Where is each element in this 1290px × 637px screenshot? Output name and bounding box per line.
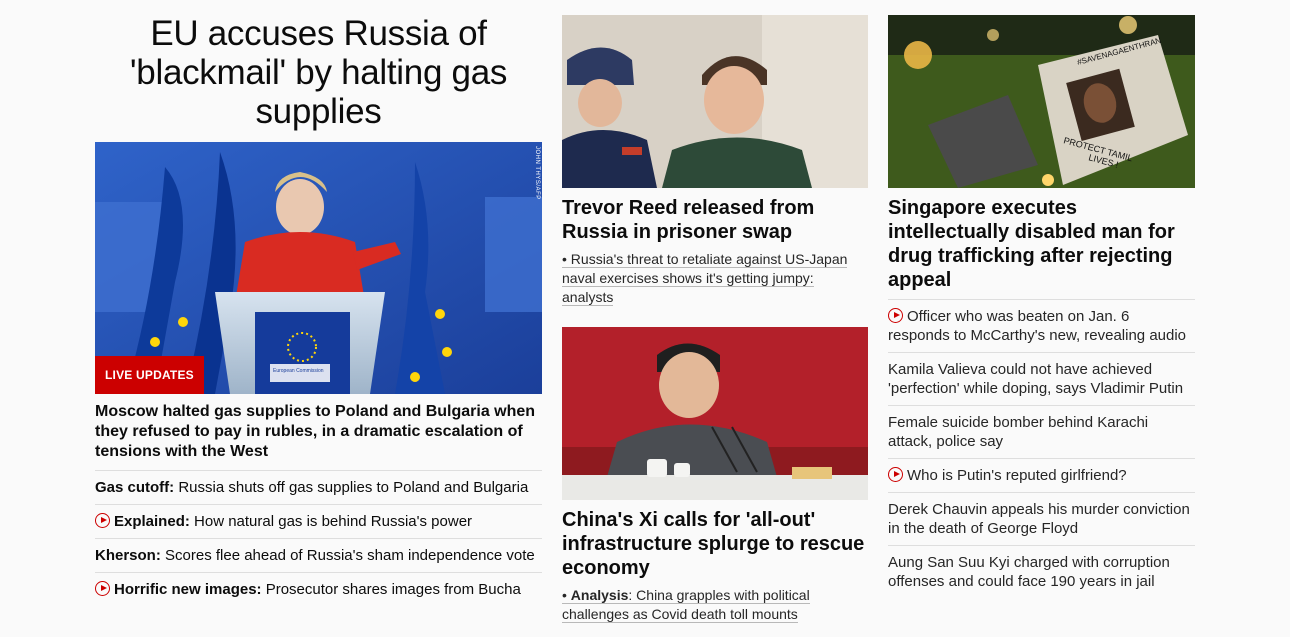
subline-text: Russia's threat to retaliate against US-… <box>562 251 848 305</box>
list-item[interactable]: Who is Putin's reputed girlfriend? <box>888 459 1195 493</box>
story-image-trevor-reed[interactable] <box>562 15 868 188</box>
list-item[interactable]: Derek Chauvin appeals his murder convict… <box>888 493 1195 546</box>
story-headline[interactable]: Trevor Reed released from Russia in pris… <box>562 196 868 244</box>
vigil-photo-illustration: #SAVENAGAENTHRAN PROTECT TAMIL LIVES ! <box>888 15 1195 188</box>
lead-headline[interactable]: EU accuses Russia of 'blackmail' by halt… <box>95 14 542 131</box>
story-subline[interactable]: • Analysis: China grapples with politica… <box>562 586 868 624</box>
live-updates-badge[interactable]: LIVE UPDATES <box>95 356 204 394</box>
story-xi-infrastructure: China's Xi calls for 'all-out' infrastru… <box>562 327 868 624</box>
lead-story: EU accuses Russia of 'blackmail' by halt… <box>95 14 542 606</box>
middle-column: Trevor Reed released from Russia in pris… <box>562 15 868 624</box>
play-video-icon <box>95 513 110 528</box>
related-item-explained[interactable]: Explained: How natural gas is behind Rus… <box>95 505 542 539</box>
bullet: • <box>562 587 571 603</box>
right-headline-list: Officer who was beaten on Jan. 6 respond… <box>888 300 1195 598</box>
related-text: Prosecutor shares images from Bucha <box>261 581 521 598</box>
story-image-xi[interactable] <box>562 327 868 500</box>
story-headline[interactable]: China's Xi calls for 'all-out' infrastru… <box>562 508 868 580</box>
right-column: #SAVENAGAENTHRAN PROTECT TAMIL LIVES ! S… <box>888 15 1195 598</box>
story-subline[interactable]: • Russia's threat to retaliate against U… <box>562 250 868 307</box>
related-text: How natural gas is behind Russia's power <box>189 513 473 530</box>
related-text: Scores flee ahead of Russia's sham indep… <box>160 547 535 564</box>
play-video-icon <box>888 467 903 482</box>
play-video-icon <box>888 308 903 323</box>
lead-summary[interactable]: Moscow halted gas supplies to Poland and… <box>95 402 542 471</box>
list-item[interactable]: Kamila Valieva could not have achieved '… <box>888 353 1195 406</box>
related-item-gas-cutoff[interactable]: Gas cutoff: Russia shuts off gas supplie… <box>95 471 542 505</box>
list-item-text: Officer who was beaten on Jan. 6 respond… <box>888 308 1187 344</box>
story-trevor-reed: Trevor Reed released from Russia in pris… <box>562 15 868 307</box>
related-item-horrific-images[interactable]: Horrific new images: Prosecutor shares i… <box>95 573 542 606</box>
list-item[interactable]: Aung San Suu Kyi charged with corruption… <box>888 546 1195 598</box>
list-item[interactable]: Officer who was beaten on Jan. 6 respond… <box>888 300 1195 353</box>
related-label: Kherson: <box>95 547 161 564</box>
lead-related-list: Gas cutoff: Russia shuts off gas supplie… <box>95 471 542 606</box>
bullet: • <box>562 251 571 267</box>
list-item-text: Aung San Suu Kyi charged with corruption… <box>888 554 1170 590</box>
play-video-icon <box>95 581 110 596</box>
list-item[interactable]: Female suicide bomber behind Karachi att… <box>888 406 1195 459</box>
list-item-text: Derek Chauvin appeals his murder convict… <box>888 501 1190 537</box>
xi-photo-illustration <box>562 327 868 500</box>
story-image-singapore[interactable]: #SAVENAGAENTHRAN PROTECT TAMIL LIVES ! <box>888 15 1195 188</box>
photo-credit: JOHN THYS/AFP <box>534 146 540 200</box>
list-item-text: Kamila Valieva could not have achieved '… <box>888 361 1184 397</box>
list-item-text: Who is Putin's reputed girlfriend? <box>907 467 1127 484</box>
related-label: Horrific new images: <box>114 581 262 598</box>
related-label: Explained: <box>114 513 190 530</box>
related-item-kherson[interactable]: Kherson: Scores flee ahead of Russia's s… <box>95 539 542 573</box>
story-headline-singapore[interactable]: Singapore executes intellectually disabl… <box>888 196 1195 300</box>
analysis-label: Analysis <box>570 587 629 603</box>
related-label: Gas cutoff: <box>95 479 175 496</box>
related-text: Russia shuts off gas supplies to Poland … <box>174 479 529 496</box>
list-item-text: Female suicide bomber behind Karachi att… <box>888 414 1149 450</box>
podium-label: European Commission <box>273 368 324 374</box>
lead-image[interactable]: European Commission JOHN THYS/AFP LIVE U… <box>95 142 542 394</box>
trevor-reed-photo-illustration <box>562 15 868 188</box>
